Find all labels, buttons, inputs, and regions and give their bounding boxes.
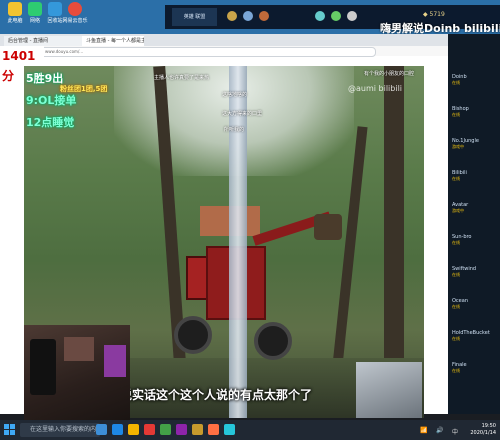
browser-toolbar: ← → ⟳ www.douyu.com/... <box>0 46 450 57</box>
streamer-webcam <box>24 325 130 420</box>
currency-display: ◆ 5719 <box>423 11 445 18</box>
app-icon[interactable] <box>176 424 187 435</box>
stream-subtitle: 我说实话这个这个人说的有点太那个了 <box>108 388 313 402</box>
computer-icon <box>8 2 22 16</box>
desktop-icon-music[interactable]: 网易云音乐 <box>62 2 88 24</box>
friend-item[interactable]: No.1Jungle 游戏中 <box>452 138 496 150</box>
store-icon[interactable] <box>144 424 155 435</box>
danmaku-comment: 主播人也许真要了是来热 <box>154 75 210 81</box>
obs-icon[interactable] <box>208 424 219 435</box>
volume-icon[interactable]: 🔊 <box>436 427 443 434</box>
friend-item[interactable]: Swiftwind 在线 <box>452 266 496 278</box>
game-client-icon[interactable] <box>192 424 203 435</box>
friend-status: 游戏中 <box>452 144 464 149</box>
friend-item[interactable]: Avatar 游戏中 <box>452 202 496 214</box>
friend-status: 在线 <box>452 80 460 85</box>
clock-date: 2020/1/14 <box>470 430 496 436</box>
network-icon[interactable]: 📶 <box>420 427 427 434</box>
profile-icon[interactable] <box>243 11 253 21</box>
recycle-bin-icon <box>48 2 62 16</box>
windows-start-icon[interactable] <box>4 424 15 435</box>
task-view-icon[interactable] <box>96 424 107 435</box>
excavator-wheel <box>254 322 292 360</box>
danmaku-comment: 这大方得来的口里 <box>222 111 263 117</box>
friend-item[interactable]: HoldTheBucket 在线 <box>452 330 496 342</box>
overlay-line: 5胜9出 <box>26 72 64 85</box>
danmaku-comment: 有个我的小朋友的口腔 <box>364 71 415 77</box>
friend-status: 在线 <box>452 176 460 181</box>
network-icon <box>28 2 42 16</box>
overlay-line: 9:OL接单 <box>26 94 77 107</box>
poster-shape <box>104 345 126 377</box>
desktop-icon-label: 网易云音乐 <box>62 18 88 24</box>
currency-value: 5719 <box>429 11 445 18</box>
friend-item[interactable]: Sun-bro 在线 <box>452 234 496 246</box>
friend-item[interactable]: Ocean 在线 <box>452 298 496 310</box>
friend-status: 在线 <box>452 240 460 245</box>
friend-item[interactable]: Bishop 在线 <box>452 106 496 118</box>
friend-status: 在线 <box>452 368 460 373</box>
friend-status: 在线 <box>452 272 460 277</box>
file-explorer-icon[interactable] <box>128 424 139 435</box>
qq-icon[interactable] <box>224 424 235 435</box>
danmaku-comment: 这啥地啥的 <box>222 92 248 98</box>
friend-status: 在线 <box>452 112 460 117</box>
headphones-shape <box>30 339 56 395</box>
friend-item[interactable]: Bilibili 在线 <box>452 170 496 182</box>
overlay-line: 12点睡觉 <box>26 116 75 129</box>
input-method-indicator[interactable]: 中 <box>452 427 458 436</box>
desktop-icon-label: 此电脑 <box>7 18 23 24</box>
browser-tab[interactable]: 后台管理 - 直播间 <box>4 36 86 46</box>
rank-icon[interactable] <box>227 11 237 21</box>
secondary-webcam <box>356 362 422 418</box>
friend-status: 在线 <box>452 336 460 341</box>
settings-icon[interactable] <box>347 11 357 21</box>
friend-item[interactable]: Doinb 在线 <box>452 74 496 86</box>
social-icon[interactable] <box>315 11 325 21</box>
wechat-icon[interactable] <box>160 424 171 435</box>
clock-time: 19:50 <box>481 423 496 429</box>
browser-tab-active[interactable]: 斗鱼直播 - 每一个人都是主角 <box>82 36 144 46</box>
overlay-small: 粉丝团1团,5团 <box>60 85 108 93</box>
friend-status: 在线 <box>452 304 460 309</box>
taskbar: 在这里输入你要搜索的内容 📶 🔊 中 19:50 2020/1/14 <box>0 420 500 440</box>
browser-tab-strip: 后台管理 - 直播间 斗鱼直播 - 每一个人都是主角 <box>0 34 450 46</box>
mission-icon[interactable] <box>331 11 341 21</box>
tree-trunk <box>384 66 404 396</box>
music-icon <box>68 2 82 16</box>
shop-icon[interactable] <box>259 11 269 21</box>
excavator-bucket <box>314 214 342 240</box>
desktop-icon-label: 网络 <box>29 18 40 24</box>
edge-browser-icon[interactable] <box>112 424 123 435</box>
desktop-icon-label: 回收站 <box>47 18 63 24</box>
excavator-wheel <box>174 316 212 354</box>
address-bar[interactable]: www.douyu.com/... <box>40 47 376 57</box>
friend-item[interactable]: Finale 在线 <box>452 362 496 374</box>
foreground-pole <box>229 66 247 418</box>
score-badge: 1401分 <box>0 46 44 83</box>
shelf-shape <box>64 337 94 361</box>
system-clock[interactable]: 19:50 2020/1/14 <box>462 423 496 437</box>
friends-panel: Doinb 在线 Bishop 在线 No.1Jungle 游戏中 Bilibili 在… <box>448 34 500 414</box>
game-client-tab[interactable]: 英雄 联盟 <box>172 8 217 26</box>
danmaku-comment: 所听我的 <box>224 127 245 133</box>
video-watermark: @aumi bilibili <box>348 84 403 93</box>
friend-status: 游戏中 <box>452 208 464 213</box>
taskbar-search-input[interactable]: 在这里输入你要搜索的内容 <box>20 423 100 437</box>
